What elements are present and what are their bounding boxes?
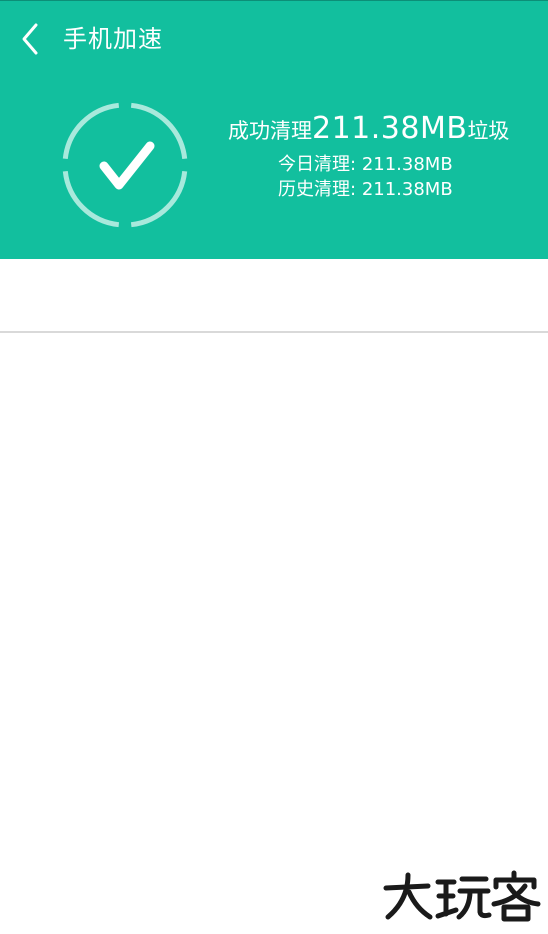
clean-headline: 成功清理 211.38MB 垃圾	[228, 111, 528, 146]
history-value: 211.38MB	[361, 179, 453, 200]
app-header: 手机加速 成功清理 211.38MB 垃圾 今日清理: 211.38MB 历史清…	[0, 0, 548, 259]
history-label: 历史清理:	[278, 179, 357, 200]
chevron-left-icon	[22, 23, 38, 55]
today-stat: 今日清理: 211.38MB	[278, 152, 528, 177]
clean-stats: 今日清理: 211.38MB 历史清理: 211.38MB	[228, 152, 528, 202]
headline-suffix: 垃圾	[467, 119, 510, 143]
headline-prefix: 成功清理	[228, 119, 312, 143]
page-title: 手机加速	[63, 25, 163, 53]
history-stat: 历史清理: 211.38MB	[278, 177, 528, 202]
today-value: 211.38MB	[361, 154, 453, 175]
clean-summary: 成功清理 211.38MB 垃圾 今日清理: 211.38MB 历史清理: 21…	[228, 111, 528, 202]
content-divider-strip	[0, 259, 548, 333]
cleaned-amount: 211.38MB	[312, 111, 468, 146]
back-button[interactable]	[10, 15, 50, 63]
today-label: 今日清理:	[278, 154, 357, 175]
watermark-logo	[382, 870, 544, 926]
check-circle-icon	[62, 102, 188, 228]
watermark-logo-glyphs	[383, 870, 541, 922]
